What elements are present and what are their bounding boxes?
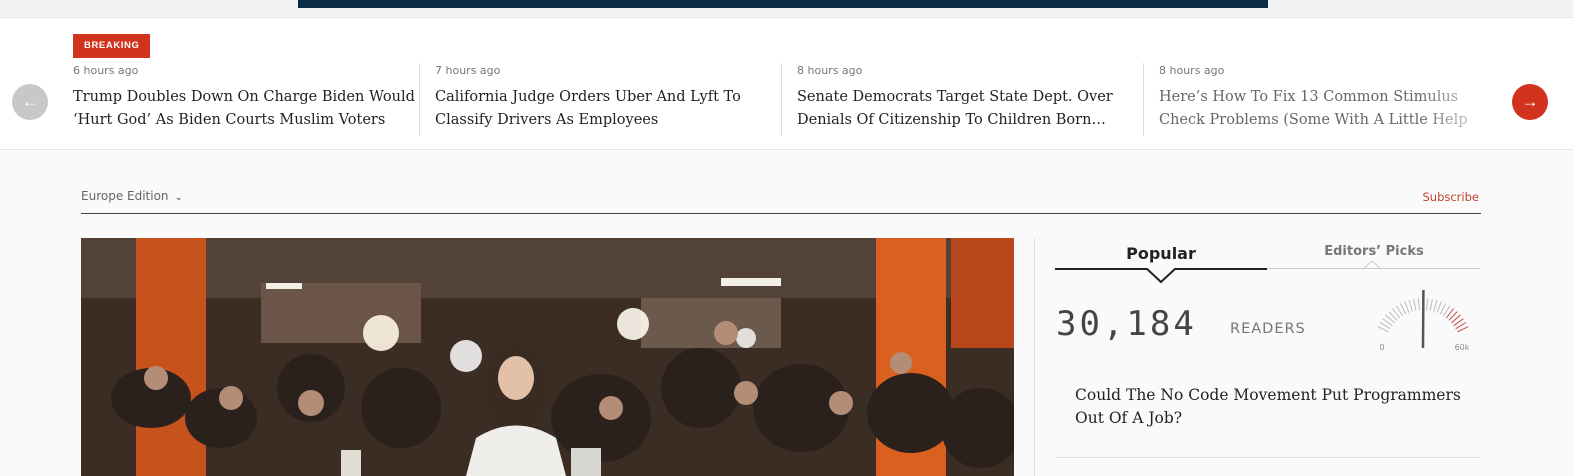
hero-image[interactable]	[81, 238, 1014, 476]
ticker-story[interactable]: 7 hours ago California Judge Orders Uber…	[435, 64, 783, 136]
gauge-tick	[1457, 326, 1469, 333]
tab-pointer-faint-icon	[1362, 260, 1382, 270]
story-headline[interactable]: Senate Democrats Target State Dept. Over…	[797, 86, 1145, 132]
edition-label: Europe Edition	[81, 189, 169, 203]
story-time: 8 hours ago	[797, 64, 863, 77]
gauge-tick	[1426, 298, 1429, 311]
arrow-right-icon[interactable]: →	[1512, 84, 1548, 120]
ticker-story[interactable]: 6 hours ago Trump Doubles Down On Charge…	[73, 64, 421, 136]
readers-label: READERS	[1230, 321, 1306, 337]
story-time: 7 hours ago	[435, 64, 501, 77]
ticker-fade	[1420, 58, 1500, 148]
tab-editors-picks[interactable]: Editors’ Picks	[1268, 244, 1480, 259]
story-time: 6 hours ago	[73, 64, 139, 77]
gauge-min-label: 0	[1379, 343, 1384, 352]
gauge-tick	[1417, 298, 1420, 311]
readers-count: 30,184	[1056, 304, 1197, 344]
gauge-tick	[1399, 303, 1407, 315]
gauge-tick	[1436, 301, 1442, 313]
ticker-story[interactable]: 8 hours ago Senate Democrats Target Stat…	[797, 64, 1145, 136]
column-divider	[1034, 238, 1035, 476]
story-divider	[1143, 63, 1144, 136]
gauge-dial-icon: 0 60k	[1377, 289, 1470, 352]
story-headline[interactable]: California Judge Orders Uber And Lyft To…	[435, 86, 783, 132]
gauge-tick	[1439, 303, 1447, 315]
gauge-tick	[1408, 299, 1413, 312]
gauge-max-label: 60k	[1455, 343, 1470, 352]
chevron-down-icon: ⌄	[174, 192, 183, 203]
ad-banner[interactable]	[298, 0, 1268, 8]
readers-gauge: 0 60k	[1370, 286, 1476, 354]
hero-photo-placeholder	[81, 238, 1014, 476]
story-headline[interactable]: Trump Doubles Down On Charge Biden Would…	[73, 86, 421, 132]
subscribe-link[interactable]: Subscribe	[1422, 190, 1479, 204]
edition-selector[interactable]: Europe Edition ⌄	[81, 189, 183, 203]
tab-pointer-icon	[1145, 268, 1177, 284]
gauge-tick	[1404, 301, 1410, 313]
tab-popular[interactable]: Popular	[1055, 244, 1267, 263]
gauge-tick	[1413, 298, 1417, 311]
gauge-tick	[1433, 299, 1438, 312]
top-ad-bar	[0, 0, 1573, 18]
breaking-news-ticker: BREAKING ← 6 hours ago Trump Doubles Dow…	[0, 18, 1573, 150]
breaking-badge: BREAKING	[73, 34, 151, 58]
arrow-left-icon[interactable]: ←	[12, 84, 48, 120]
edition-bar: Europe Edition ⌄ Subscribe	[81, 185, 1481, 214]
popular-item-title[interactable]: Could The No Code Movement Put Programme…	[1075, 384, 1465, 430]
list-divider	[1055, 457, 1480, 458]
story-divider	[781, 63, 782, 136]
gauge-tick	[1429, 298, 1433, 311]
story-divider	[419, 63, 420, 136]
gauge-tick	[1377, 326, 1389, 333]
